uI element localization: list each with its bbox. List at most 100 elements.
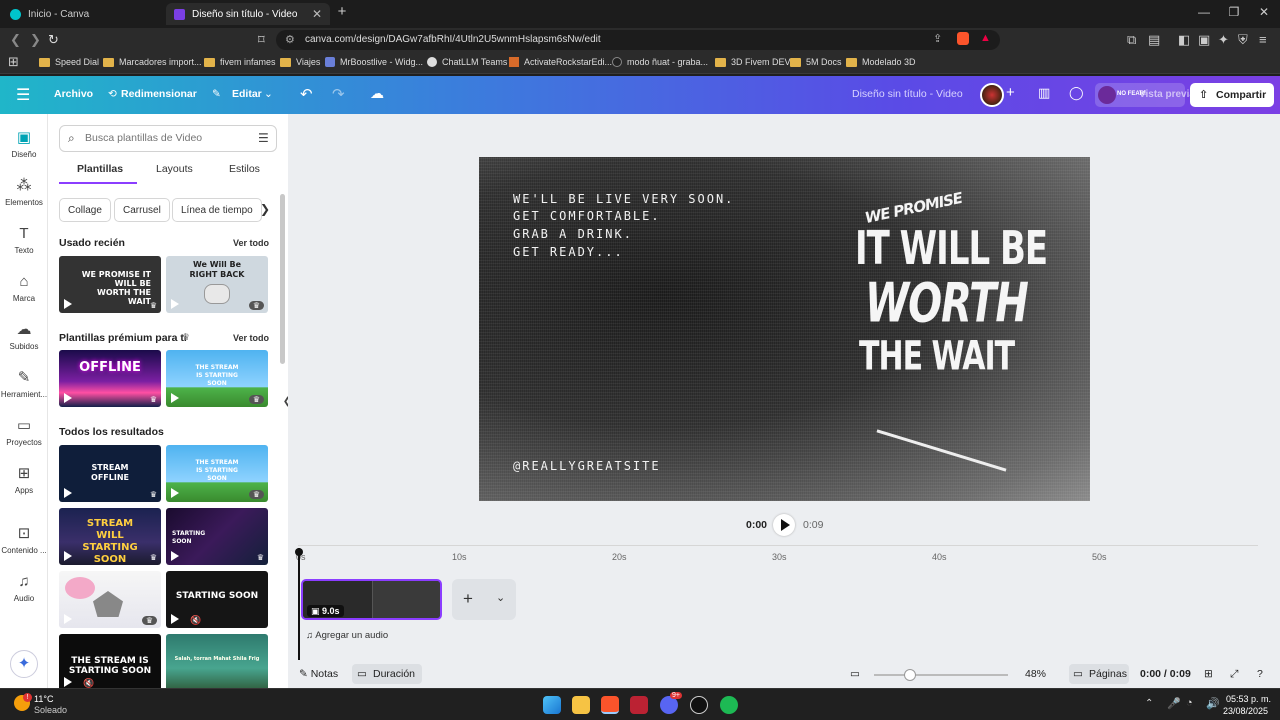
bookmark-item[interactable]: Modelado 3D xyxy=(846,57,916,67)
chip-timeline[interactable]: Línea de tiempo xyxy=(172,198,262,222)
chevron-right-icon[interactable]: ❯ xyxy=(260,202,270,216)
share-page-icon[interactable]: ⇪ xyxy=(933,32,942,45)
site-settings-icon[interactable]: ⚙ xyxy=(285,33,295,46)
url-bar[interactable]: ⚙ canva.com/design/DAGw7afbRhI/4Utln2U5w… xyxy=(276,30,1000,50)
game-app-icon[interactable] xyxy=(630,696,648,714)
template-thumb[interactable]: STARTING SOON ♛ xyxy=(166,508,268,565)
bookmark-item[interactable]: 3D Fivem DEV xyxy=(715,57,791,67)
notes-button[interactable]: ✎ Notas xyxy=(299,668,338,680)
playhead[interactable] xyxy=(298,548,300,660)
tab-inicio-canva[interactable]: Inicio - Canva xyxy=(2,3,167,25)
help-icon[interactable]: ? xyxy=(1257,668,1263,680)
rail-item-brand[interactable]: ⌂ Marca xyxy=(0,274,48,304)
bookmark-item[interactable]: fivem infames xyxy=(204,57,276,67)
template-thumb[interactable]: THE STREAM IS STARTING SOON ♛ xyxy=(166,350,268,407)
template-thumb[interactable]: OFFLINE ♛ xyxy=(59,350,161,407)
new-tab-button[interactable]: + xyxy=(332,3,352,20)
resize-button[interactable]: Redimensionar xyxy=(121,88,197,100)
analytics-icon[interactable]: ▥ xyxy=(1038,85,1050,101)
zoom-level[interactable]: 48% xyxy=(1025,668,1046,680)
tab-diseno-video[interactable]: Diseño sin título - Video ✕ xyxy=(166,3,330,25)
canvas-headline-3[interactable]: THE WAIT xyxy=(859,333,1015,380)
brave-browser-icon[interactable] xyxy=(601,696,619,714)
comment-icon[interactable]: ◯ xyxy=(1069,85,1084,101)
brave-shield-icon[interactable] xyxy=(957,32,969,45)
timeline-ruler[interactable] xyxy=(298,545,1258,546)
zoom-slider-knob[interactable] xyxy=(904,669,917,681)
document-title[interactable]: Diseño sin título - Video xyxy=(852,88,963,100)
tab-templates[interactable]: Plantillas xyxy=(77,163,123,175)
template-thumb[interactable]: STARTING SOON 🔇 xyxy=(166,571,268,628)
bookmark-item[interactable]: MrBoostlive - Widg... xyxy=(325,57,423,67)
file-explorer-icon[interactable] xyxy=(572,696,590,714)
minimize-icon[interactable]: — xyxy=(1194,5,1214,19)
rail-item-content[interactable]: ⊡ Contenido ... xyxy=(0,526,48,556)
bookmark-item[interactable]: ActivateRockstarEdi... xyxy=(509,57,612,67)
duration-button[interactable]: ▭ Duración xyxy=(352,664,422,684)
canvas-line-2[interactable]: GET COMFORTABLE. xyxy=(513,209,661,223)
canvas-headline-2[interactable]: WORTH xyxy=(865,273,1029,335)
spotify-icon[interactable] xyxy=(720,696,738,714)
canvas-line-1[interactable]: WE'LL BE LIVE VERY SOON. xyxy=(513,192,734,206)
canvas-handle[interactable]: @REALLYGREATSITE xyxy=(513,459,661,473)
maximize-icon[interactable]: ❐ xyxy=(1224,5,1244,19)
grid-view-icon[interactable]: ⊞ xyxy=(1204,668,1213,680)
zoom-slider[interactable] xyxy=(874,669,1008,681)
fullscreen-icon[interactable]: ⤢ xyxy=(1230,668,1238,681)
template-thumb[interactable]: WE PROMISE IT WILL BE WORTH THE WAIT ♛ xyxy=(59,256,161,313)
undo-icon[interactable]: ↶ xyxy=(300,85,313,103)
magic-assistant-icon[interactable]: ✦ xyxy=(10,650,38,678)
steam-icon[interactable] xyxy=(690,696,708,714)
tab-styles[interactable]: Estilos xyxy=(229,163,260,175)
tab-layouts[interactable]: Layouts xyxy=(156,163,193,175)
rail-item-audio[interactable]: ♫ Audio xyxy=(0,574,48,604)
chevron-down-icon[interactable]: ⌄ xyxy=(496,591,505,604)
rail-item-tools[interactable]: ✎ Herramient... xyxy=(0,370,48,400)
pages-button[interactable]: ▭ Páginas xyxy=(1069,664,1129,684)
chevron-down-icon[interactable]: ⌄ xyxy=(264,88,273,100)
bookmark-item[interactable]: Speed Dial xyxy=(39,57,99,67)
design-canvas[interactable]: WE'LL BE LIVE VERY SOON. GET COMFORTABLE… xyxy=(479,157,1090,501)
timeline-clip[interactable]: ▣ 9.0s xyxy=(301,579,442,620)
template-thumb[interactable]: Salah, torran Mahat Shila Frig xyxy=(166,634,268,691)
main-menu-icon[interactable]: ☰ xyxy=(16,85,30,105)
bookmark-item[interactable]: Marcadores import... xyxy=(103,57,202,67)
canvas-line-4[interactable]: GET READY... xyxy=(513,245,624,259)
play-button[interactable] xyxy=(773,514,795,536)
brave-rewards-icon[interactable]: ▲ xyxy=(980,32,991,44)
avatar[interactable] xyxy=(980,83,1004,107)
add-audio-button[interactable]: ♫ Agregar un audio xyxy=(306,630,388,641)
chevron-up-icon[interactable]: ⌃ xyxy=(1145,698,1153,709)
template-thumb[interactable]: THE STREAM IS STARTING SOON ♛ xyxy=(166,445,268,502)
wallet-icon[interactable]: ▣ xyxy=(1198,32,1210,48)
chip-collage[interactable]: Collage xyxy=(59,198,111,222)
edit-button[interactable]: Editar xyxy=(232,88,262,100)
bookmark-item[interactable]: Viajes xyxy=(280,57,320,67)
microphone-icon[interactable]: 🎤 xyxy=(1167,697,1181,710)
preview-button[interactable]: NO FEAR! Vista previa xyxy=(1095,83,1195,107)
reader-icon[interactable]: ▤ xyxy=(1148,32,1160,48)
rail-item-text[interactable]: T Texto xyxy=(0,226,48,256)
reload-icon[interactable]: ↻ xyxy=(48,32,59,48)
template-thumb[interactable]: We Will Be RIGHT BACK ♛ xyxy=(166,256,268,313)
windows-start-icon[interactable] xyxy=(543,696,561,714)
add-collaborator-icon[interactable]: + xyxy=(1006,84,1015,101)
redo-icon[interactable]: ↷ xyxy=(332,85,345,103)
rail-item-elements[interactable]: ⁂ Elementos xyxy=(0,178,48,208)
filter-icon[interactable]: ☰ xyxy=(258,131,269,145)
bookmark-icon[interactable]: ⌑ xyxy=(258,32,265,48)
see-all-premium-link[interactable]: Ver todo xyxy=(233,333,269,343)
canvas-headline-1[interactable]: IT WILL BE xyxy=(855,222,1048,276)
see-all-recent-link[interactable]: Ver todo xyxy=(233,238,269,248)
forward-icon[interactable]: ❯ xyxy=(30,32,41,48)
rail-item-apps[interactable]: ⊞ Apps xyxy=(0,466,48,496)
file-menu-button[interactable]: Archivo xyxy=(54,88,93,100)
extensions-icon[interactable]: ⧉ xyxy=(1127,32,1136,48)
template-thumb[interactable]: STREAM OFFLINE ♛ xyxy=(59,445,161,502)
playhead-knob[interactable] xyxy=(295,548,303,556)
rail-item-projects[interactable]: ▭ Proyectos xyxy=(0,418,48,448)
chip-carousel[interactable]: Carrusel xyxy=(114,198,170,222)
template-thumb[interactable]: STREAM WILL STARTING SOON ♛ xyxy=(59,508,161,565)
template-thumb[interactable]: THE STREAM IS STARTING SOON 🔇 xyxy=(59,634,161,691)
search-input[interactable] xyxy=(85,132,255,144)
